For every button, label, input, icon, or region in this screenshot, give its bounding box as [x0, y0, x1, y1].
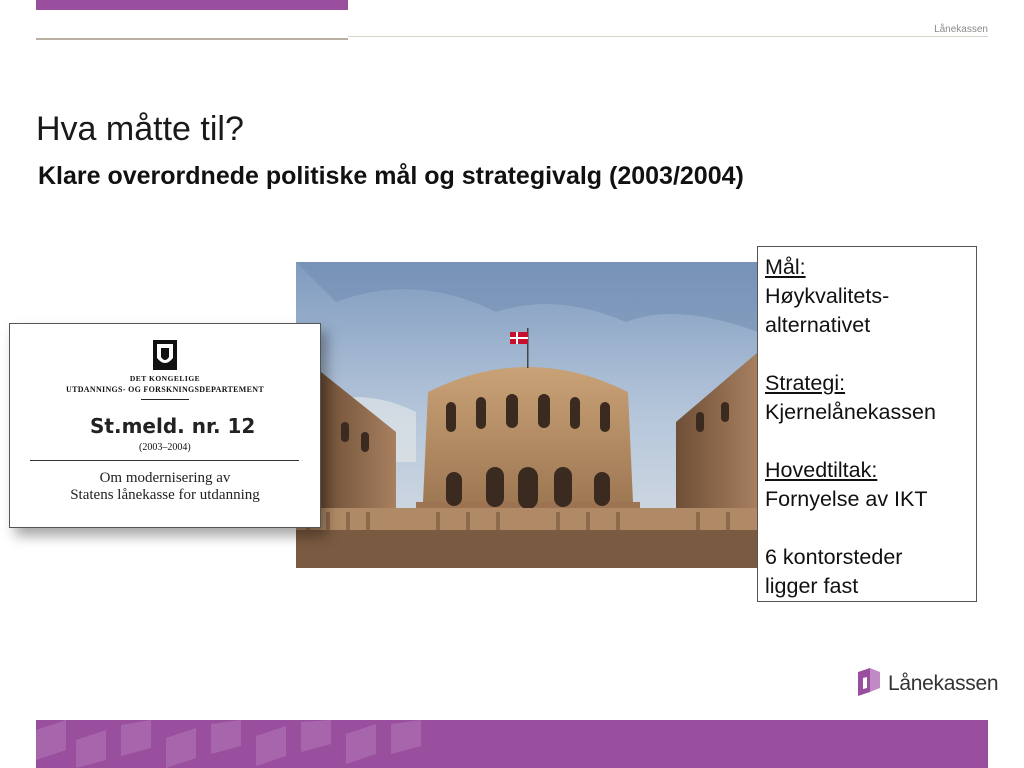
slide-subtitle: Klare overordnede politiske mål og strat…: [38, 162, 744, 190]
logo-text: Lånekassen: [888, 672, 999, 695]
document-title-line-1: Om modernisering av: [99, 470, 231, 486]
goal-line-2: alternativet: [765, 313, 871, 337]
goal-line-1: Høykvalitets-: [765, 284, 890, 308]
divider: [30, 460, 299, 461]
divider: [141, 399, 189, 400]
document-reference: St.meld. nr. 12: [90, 414, 256, 438]
department-line-2: UTDANNINGS- OG FORSKNINGSDEPARTEMENT: [66, 385, 264, 394]
header-rule: [36, 38, 348, 40]
goals-text-box: Mål: Høykvalitets- alternativet Strategi…: [757, 246, 977, 602]
document-title-line-2: Statens lånekasse for utdanning: [70, 487, 260, 503]
goal-heading: Mål:: [765, 255, 806, 279]
top-accent-bar: [36, 0, 348, 10]
bottom-brand-band: [36, 720, 988, 768]
offices-line-2: ligger fast: [765, 574, 859, 598]
slide-title: Hva måtte til?: [36, 110, 244, 148]
offices-line-1: 6 kontorsteder: [765, 545, 903, 569]
coat-of-arms-icon: [153, 340, 177, 370]
department-line-1: DET KONGELIGE: [129, 374, 201, 383]
lanekassen-logo-icon: [858, 668, 880, 696]
strategy-heading: Strategi:: [765, 371, 846, 395]
strategy-text: Kjernelånekassen: [765, 400, 936, 424]
measure-heading: Hovedtiltak:: [765, 458, 878, 482]
header-rule-light: [348, 36, 988, 37]
header-brand: Lånekassen: [934, 24, 988, 35]
white-paper-cover: DET KONGELIGE UTDANNINGS- OG FORSKNINGSD…: [9, 323, 321, 528]
lanekassen-logo: Lånekassen: [856, 666, 999, 702]
measure-text: Fornyelse av IKT: [765, 487, 928, 511]
document-years: (2003–2004): [139, 442, 191, 453]
parliament-photo: [296, 262, 758, 568]
